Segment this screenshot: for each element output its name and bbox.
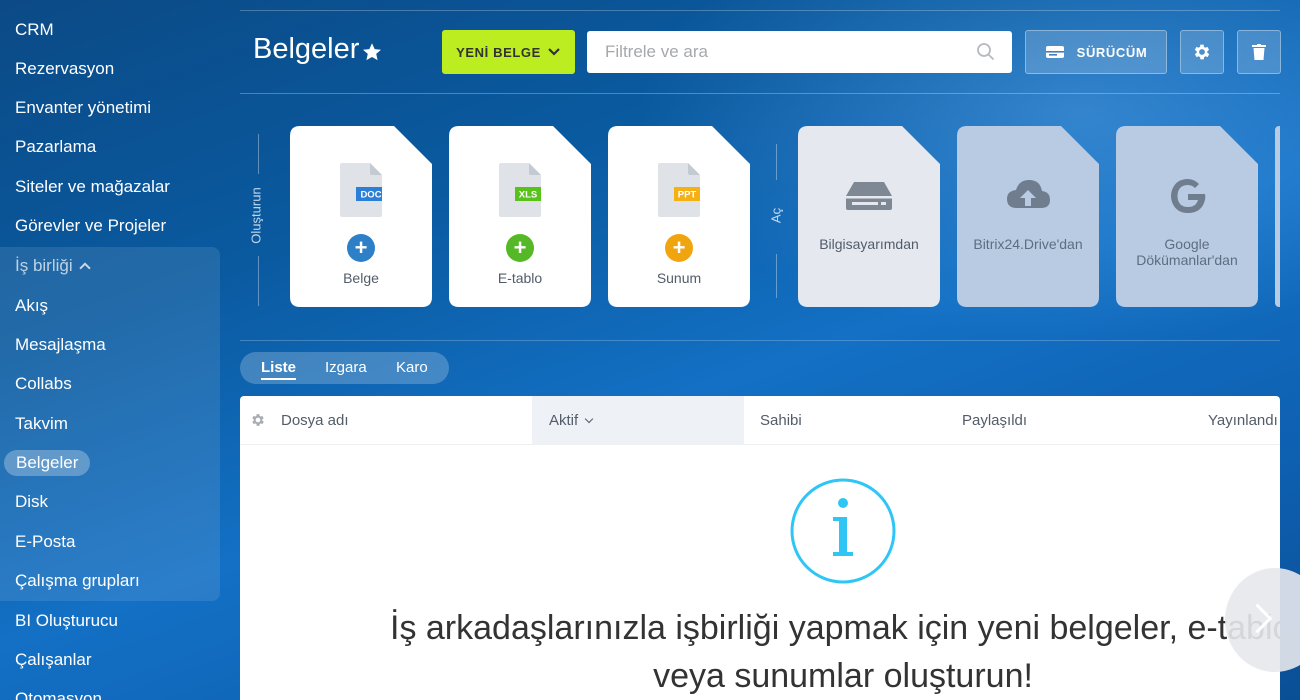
search-icon[interactable] <box>976 42 996 62</box>
sidebar-item-calisanlar[interactable]: Çalışanlar <box>15 647 92 673</box>
sidebar-item-crm[interactable]: CRM <box>15 17 54 43</box>
open-section-label: Aç <box>768 207 784 224</box>
doc-file-icon: DOC <box>340 163 382 217</box>
section-divider <box>240 340 1280 341</box>
page-title: Belgeler <box>253 33 360 65</box>
ppt-badge: PPT <box>678 190 697 201</box>
sidebar-item-akis[interactable]: Akış <box>15 293 48 319</box>
hard-drive-icon <box>1045 46 1064 58</box>
open-from-bitrix-drive-label: Bitrix24.Drive'dan <box>973 236 1083 252</box>
view-tile-tab[interactable]: Karo <box>396 359 428 376</box>
sidebar-item-calisma-gruplari[interactable]: Çalışma grupları <box>15 568 140 594</box>
open-from-bitrix-drive-tile[interactable]: Bitrix24.Drive'dan <box>957 126 1099 307</box>
column-header-active-label: Aktif <box>549 412 579 429</box>
google-icon <box>1171 179 1206 213</box>
my-drive-label: SÜRÜCÜM <box>1076 44 1148 60</box>
chevron-down-icon <box>548 48 560 56</box>
xls-file-icon: XLS <box>499 163 541 217</box>
column-header-active[interactable]: Aktif <box>549 412 594 429</box>
divider <box>776 144 777 180</box>
column-header-published[interactable]: Yayınlandı <box>1208 412 1278 429</box>
view-list-tab[interactable]: Liste <box>261 359 297 380</box>
create-document-label: Belge <box>343 270 379 286</box>
documents-panel: Dosya adı Aktif Sahibi Paylaşıldı Yayınl… <box>240 396 1280 700</box>
hard-drive-icon <box>846 182 892 210</box>
column-header-shared[interactable]: Paylaşıldı <box>962 412 1027 429</box>
plus-icon: + <box>665 234 693 262</box>
chevron-down-icon <box>584 414 594 424</box>
divider <box>776 254 777 298</box>
new-document-label: YENİ BELGE <box>456 44 541 60</box>
plus-icon: + <box>506 234 534 262</box>
trash-button[interactable] <box>1237 30 1281 74</box>
create-presentation-tile[interactable]: PPT + Sunum <box>608 126 750 307</box>
sidebar-item-gorevler[interactable]: Görevler ve Projeler <box>15 213 166 239</box>
empty-state-line-2: veya sunumlar oluşturun! <box>653 657 1033 695</box>
create-spreadsheet-label: E-tablo <box>497 270 543 286</box>
sidebar-item-takvim[interactable]: Takvim <box>15 411 68 437</box>
sidebar-group-is-birligi[interactable]: İş birliği <box>15 253 91 279</box>
my-drive-button[interactable]: SÜRÜCÜM <box>1025 30 1167 74</box>
create-document-tile[interactable]: DOC + Belge <box>290 126 432 307</box>
partial-tile <box>1275 126 1280 307</box>
top-divider <box>240 10 1280 11</box>
sidebar-group-label: İş birliği <box>15 256 73 275</box>
gear-icon <box>1194 44 1210 60</box>
sidebar-item-mesajlasma[interactable]: Mesajlaşma <box>15 332 106 358</box>
create-section-label: Oluşturun <box>248 187 264 244</box>
sidebar-item-belgeler[interactable]: Belgeler <box>4 450 91 476</box>
sidebar-item-siteler[interactable]: Siteler ve mağazalar <box>15 174 170 200</box>
open-from-computer-tile[interactable]: Bilgisayarımdan <box>798 126 940 307</box>
sidebar-item-envanter[interactable]: Envanter yönetimi <box>15 95 151 121</box>
table-header: Dosya adı Aktif Sahibi Paylaşıldı Yayınl… <box>240 396 1280 445</box>
search-box <box>587 31 1012 73</box>
create-spreadsheet-tile[interactable]: XLS + E-tablo <box>449 126 591 307</box>
view-grid-tab[interactable]: Izgara <box>325 359 367 376</box>
sidebar-item-eposta[interactable]: E-Posta <box>15 529 75 555</box>
search-input[interactable] <box>587 42 957 62</box>
trash-icon <box>1252 44 1266 60</box>
divider <box>258 256 259 306</box>
column-header-owner[interactable]: Sahibi <box>760 412 802 429</box>
tile-shape <box>1116 126 1258 307</box>
settings-button[interactable] <box>1180 30 1224 74</box>
sidebar-item-disk[interactable]: Disk <box>15 489 48 515</box>
open-from-google-docs-tile[interactable]: Google Dökümanlar'dan <box>1116 126 1258 307</box>
sidebar-item-pazarlama[interactable]: Pazarlama <box>15 134 96 160</box>
tile-shape <box>798 126 940 307</box>
open-from-google-docs-label: Google Dökümanlar'dan <box>1136 236 1238 268</box>
sidebar-item-collabs[interactable]: Collabs <box>15 371 72 397</box>
sidebar-item-bi-olusturucu[interactable]: BI Oluşturucu <box>15 608 118 634</box>
tile-shape <box>957 126 1099 307</box>
empty-state-message: İş arkadaşlarınızla işbirliği yapmak içi… <box>390 604 1280 700</box>
sidebar-item-rezervasyon[interactable]: Rezervasyon <box>15 56 114 82</box>
create-presentation-label: Sunum <box>656 270 702 286</box>
empty-state-line-1: İş arkadaşlarınızla işbirliği yapmak içi… <box>390 609 1280 647</box>
sidebar: CRM Rezervasyon Envanter yönetimi Pazarl… <box>0 0 222 700</box>
open-from-computer-label: Bilgisayarımdan <box>819 236 919 252</box>
column-header-file-name[interactable]: Dosya adı <box>281 412 349 429</box>
sidebar-item-otomasyon[interactable]: Otomasyon <box>15 686 102 700</box>
chevron-up-icon <box>78 262 91 274</box>
plus-icon: + <box>347 234 375 262</box>
doc-badge: DOC <box>360 190 381 201</box>
xls-badge: XLS <box>519 190 537 201</box>
gear-icon[interactable] <box>250 412 266 428</box>
divider <box>258 134 259 174</box>
header-divider <box>240 93 1280 94</box>
ppt-file-icon: PPT <box>658 163 700 217</box>
star-icon[interactable] <box>361 41 383 63</box>
cloud-upload-icon <box>1007 180 1050 208</box>
info-icon <box>790 478 896 584</box>
view-switcher: Liste Izgara Karo <box>240 352 449 384</box>
new-document-button[interactable]: YENİ BELGE <box>442 30 575 74</box>
